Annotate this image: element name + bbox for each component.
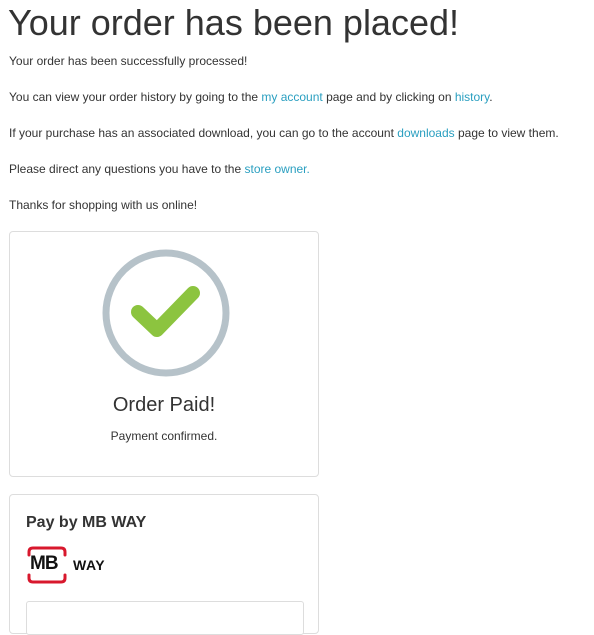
downloads-text-end: page to view them. [454,126,559,140]
thanks-message: Thanks for shopping with us online! [9,198,198,212]
store-owner-link[interactable]: store owner. [244,162,309,176]
mbway-logo-mb: MB [30,553,59,574]
order-history-text-middle: page and by clicking on [322,90,455,104]
check-circle-icon [101,248,231,378]
page-title: Your order has been placed! [8,2,460,43]
questions-text: Please direct any questions you have to … [9,162,245,176]
my-account-link[interactable]: my account [261,90,322,104]
mbway-phone-input[interactable] [26,601,304,635]
order-history-message: You can view your order history by going… [9,89,493,105]
mbway-logo-way: WAY [73,557,106,573]
downloads-link[interactable]: downloads [397,126,454,140]
order-history-text-start: You can view your order history by going… [9,90,262,104]
success-message: Your order has been successfully process… [9,54,248,68]
mbway-title: Pay by MB WAY [26,514,147,531]
order-confirmation-page: Your order has been placed! Your order h… [0,0,594,635]
history-link[interactable]: history [455,90,489,104]
order-paid-card: Order Paid! Payment confirmed. [9,231,319,477]
downloads-message: If your purchase has an associated downl… [9,125,559,141]
downloads-text-start: If your purchase has an associated downl… [9,126,398,140]
order-history-text-end: . [489,90,493,104]
mbway-payment-card: Pay by MB WAY MB WAY [9,494,319,635]
mbway-logo: MB WAY [27,545,109,585]
payment-confirmed-text: Payment confirmed. [110,429,218,443]
questions-message: Please direct any questions you have to … [9,161,310,177]
order-paid-title: Order Paid! [112,394,216,416]
